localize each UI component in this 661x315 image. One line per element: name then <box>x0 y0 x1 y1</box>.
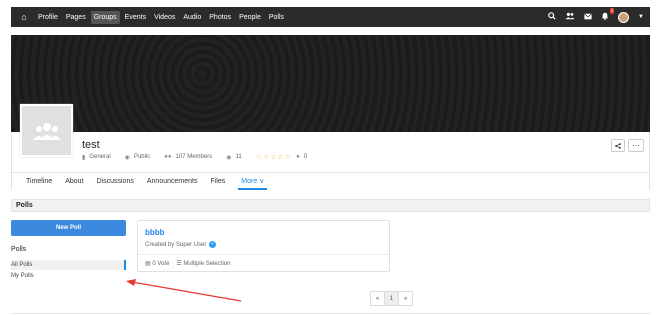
poll-type-text: Multiple Selection <box>183 261 231 267</box>
poll-stats: ▤ 0 Vote ☰ Multiple Selection <box>145 260 230 267</box>
tab-more-label: More <box>241 177 258 185</box>
poll-votes-text: 0 Vote <box>152 261 170 267</box>
pagination-next[interactable]: » <box>398 291 413 306</box>
tab-discussions[interactable]: Discussions <box>97 173 134 190</box>
list-icon: ☰ <box>176 261 182 267</box>
group-title: test <box>82 139 100 151</box>
nav-item-polls[interactable]: Polls <box>266 11 287 24</box>
chevron-down-icon: ∨ <box>259 177 265 185</box>
group-avatar <box>20 104 73 157</box>
top-navbar: ⌂ Profile Pages Groups Events Videos Aud… <box>11 7 650 27</box>
annotation-arrow <box>126 279 242 302</box>
rating-count: 0 <box>303 154 308 160</box>
pagination-prev[interactable]: « <box>370 291 385 306</box>
messages-icon[interactable] <box>584 12 592 22</box>
new-poll-button[interactable]: New Poll <box>11 220 126 236</box>
more-options-button[interactable]: ⋯ <box>628 139 644 152</box>
group-tabs: Timeline About Discussions Announcements… <box>11 172 650 190</box>
poll-type: ☰ Multiple Selection <box>176 260 230 267</box>
group-meta: ▮ General ◉ Public ●● 107 Members ◉ 11 ☆… <box>82 153 307 161</box>
group-cover-photo <box>11 35 650 132</box>
pagination-page[interactable]: 1 <box>384 291 399 306</box>
tab-about[interactable]: About <box>65 173 83 190</box>
group-members[interactable]: 107 Members <box>176 154 213 160</box>
nav-item-audio[interactable]: Audio <box>180 11 204 24</box>
poll-votes: ▤ 0 Vote <box>145 260 169 267</box>
group-privacy: Public <box>133 154 151 160</box>
ellipsis-icon: ⋯ <box>632 142 640 150</box>
home-icon[interactable]: ⌂ <box>17 12 31 22</box>
poll-card[interactable]: bbbb Created by Super User ✓ ▤ 0 Vote ☰ … <box>137 220 390 272</box>
tab-announcements[interactable]: Announcements <box>147 173 198 190</box>
group-placeholder-icon <box>32 122 61 140</box>
notification-badge: 3 <box>609 8 615 14</box>
user-avatar[interactable] <box>618 11 630 23</box>
tab-timeline[interactable]: Timeline <box>26 173 52 190</box>
user-icon: ● <box>296 154 300 160</box>
share-icon <box>615 142 621 149</box>
nav-item-people[interactable]: People <box>236 11 264 24</box>
folder-icon: ▮ <box>82 154 86 161</box>
members-icon: ●● <box>164 154 172 160</box>
bar-chart-icon: ▤ <box>145 261 151 267</box>
nav-item-profile[interactable]: Profile <box>35 11 61 24</box>
globe-icon: ◉ <box>124 154 130 161</box>
poll-author-text: Created by Super User <box>145 241 207 248</box>
nav-item-videos[interactable]: Videos <box>151 11 178 24</box>
rating-stars[interactable]: ☆☆☆☆☆ <box>256 153 292 161</box>
navbar-actions: 3 ▼ <box>548 8 644 23</box>
friends-icon[interactable] <box>565 12 575 22</box>
nav-item-groups[interactable]: Groups <box>90 10 120 24</box>
share-button[interactable] <box>611 139 625 152</box>
nav-item-pages[interactable]: Pages <box>63 11 89 24</box>
eye-icon: ◉ <box>226 154 232 161</box>
pagination: « 1 » <box>370 291 413 306</box>
notifications-icon[interactable]: 3 <box>601 8 615 22</box>
tab-more[interactable]: More ∨ <box>238 173 268 190</box>
search-icon[interactable] <box>548 12 556 22</box>
poll-title[interactable]: bbbb <box>145 228 165 237</box>
divider <box>138 254 389 255</box>
poll-author: Created by Super User ✓ <box>145 241 217 248</box>
sidebar-title: Polls <box>11 246 27 253</box>
chevron-down-icon[interactable]: ▼ <box>638 14 644 20</box>
group-category: General <box>89 154 111 160</box>
sidebar-item-my-polls[interactable]: My Polls <box>11 271 126 281</box>
section-title: Polls <box>16 202 33 209</box>
divider <box>11 313 650 314</box>
section-header: Polls <box>11 199 650 212</box>
nav-item-events[interactable]: Events <box>122 11 149 24</box>
nav-item-photos[interactable]: Photos <box>206 11 234 24</box>
sidebar-item-all-polls[interactable]: All Polls <box>11 260 126 270</box>
group-views: 11 <box>235 154 242 160</box>
verified-icon: ✓ <box>209 241 217 248</box>
tab-files[interactable]: Files <box>210 173 225 190</box>
